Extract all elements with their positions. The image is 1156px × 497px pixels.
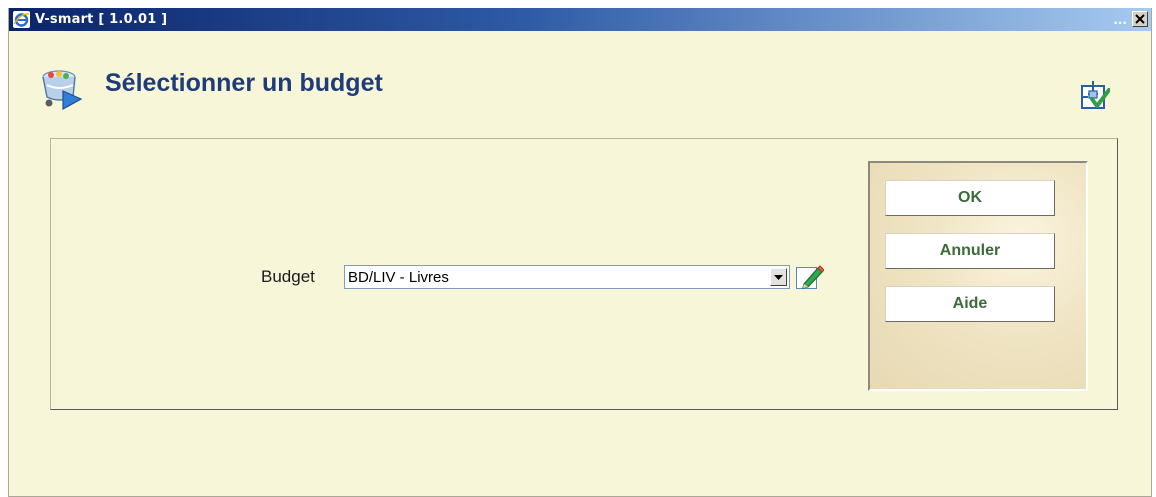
budget-select[interactable]: BD/LIV - Livres [344, 265, 790, 289]
help-button[interactable]: Aide [885, 286, 1055, 322]
chevron-down-icon [774, 275, 783, 280]
main-panel: Budget BD/LIV - Livres OK Annuler Aide [50, 138, 1118, 410]
app-window: V-smart [ 1.0.01 ] ... Sélectionner un b… [8, 8, 1152, 497]
minimize-button[interactable]: ... [1113, 13, 1127, 27]
pencil-icon[interactable] [796, 264, 824, 290]
page-title: Sélectionner un budget [105, 69, 383, 97]
button-panel: OK Annuler Aide [868, 161, 1088, 391]
ok-button[interactable]: OK [885, 180, 1055, 216]
window-title: V-smart [ 1.0.01 ] [35, 12, 168, 27]
budget-cart-icon [42, 70, 83, 111]
budget-label: Budget [261, 267, 315, 286]
close-button[interactable] [1132, 11, 1148, 27]
settings-icon[interactable] [1079, 80, 1110, 111]
close-icon [1135, 14, 1145, 24]
browser-icon [13, 11, 30, 28]
cancel-button[interactable]: Annuler [885, 233, 1055, 269]
dropdown-button[interactable] [770, 268, 787, 286]
budget-select-value: BD/LIV - Livres [348, 269, 449, 286]
title-bar: V-smart [ 1.0.01 ] ... [9, 8, 1151, 31]
